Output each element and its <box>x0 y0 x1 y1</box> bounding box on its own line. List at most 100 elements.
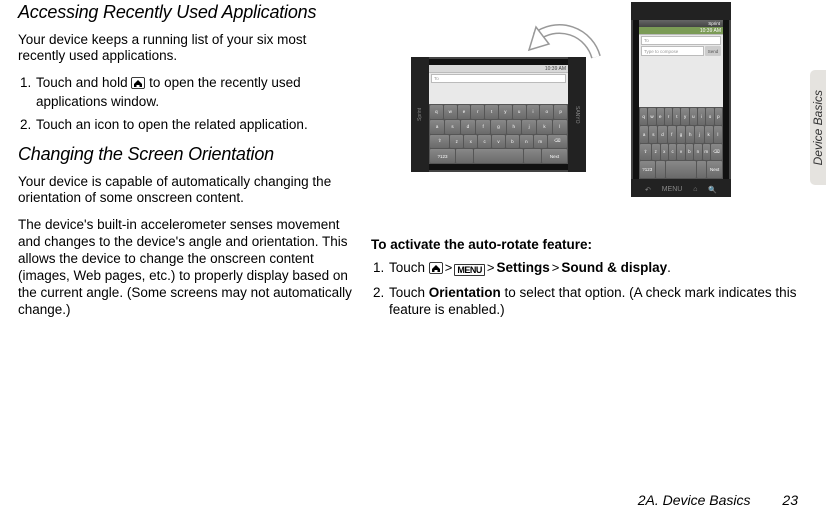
key-sym: ?123 <box>430 149 455 163</box>
status-bar: 10:39 AM <box>639 27 723 35</box>
key: e <box>657 108 664 125</box>
to-field: To <box>431 74 566 83</box>
key: m <box>703 144 710 161</box>
key-space <box>474 149 524 163</box>
step-text: Touch an icon to open the related applic… <box>36 117 308 132</box>
key: n <box>520 135 533 149</box>
phone-landscape-screen: 10:39 AM To qwertyuiop asdfghjkl ⇧zxcvbn… <box>429 65 568 164</box>
key: g <box>491 120 505 134</box>
key: a <box>640 126 648 143</box>
kb-row: qwertyuiop <box>430 105 567 119</box>
key-shift: ⇧ <box>430 135 449 149</box>
key: o <box>706 108 713 125</box>
key: d <box>461 120 475 134</box>
keyboard-portrait: qwertyuiop asdfghjkl ⇧zxcvbnm⌫ ?123Next <box>639 107 723 179</box>
key: w <box>444 105 457 119</box>
key: j <box>695 126 703 143</box>
key <box>656 161 666 178</box>
orientation-label: Orientation <box>429 285 501 300</box>
key-shift: ⇧ <box>640 144 651 161</box>
key: h <box>507 120 521 134</box>
steps-recent-apps: 1. Touch and hold to open the recently u… <box>18 75 353 134</box>
key: y <box>681 108 688 125</box>
chevron-right-icon: > <box>485 260 497 275</box>
key: r <box>665 108 672 125</box>
key: s <box>445 120 459 134</box>
key-sym: ?123 <box>640 161 655 178</box>
device-illustration: Sprint SANYO 10:39 AM To qwertyuiop asdf… <box>411 2 731 227</box>
key: u <box>690 108 697 125</box>
search-softkey-icon: 🔍 <box>708 186 717 194</box>
key: v <box>677 144 684 161</box>
step-number: 2. <box>373 285 384 302</box>
sprint-bar: Sprint <box>639 20 723 27</box>
key: w <box>648 108 655 125</box>
right-column: Sprint SANYO 10:39 AM To qwertyuiop asdf… <box>371 2 808 329</box>
key: e <box>458 105 471 119</box>
page-footer: 2A. Device Basics 23 <box>638 492 798 508</box>
chevron-right-icon: > <box>550 260 562 275</box>
phone-portrait-screen: Sprint 10:39 AM To Type to compose Send … <box>639 20 723 179</box>
key-space <box>666 161 695 178</box>
step-number: 2. <box>20 117 31 134</box>
key: g <box>677 126 685 143</box>
key-backspace: ⌫ <box>548 135 567 149</box>
kb-row: asdfghjkl <box>640 126 722 143</box>
key: a <box>430 120 444 134</box>
step-number: 1. <box>20 75 31 92</box>
back-icon: ↶ <box>645 186 651 194</box>
section-heading-orientation: Changing the Screen Orientation <box>18 144 353 166</box>
auto-rotate-subhead: To activate the auto-rotate feature: <box>371 237 808 252</box>
key: b <box>686 144 693 161</box>
status-bar: 10:39 AM <box>429 65 568 73</box>
key: b <box>506 135 519 149</box>
content-columns: Accessing Recently Used Applications You… <box>18 2 808 329</box>
key: h <box>686 126 694 143</box>
kb-row: ?123Next <box>640 161 722 178</box>
key: i <box>527 105 540 119</box>
chevron-right-icon: > <box>443 260 455 275</box>
key: r <box>471 105 484 119</box>
key <box>524 149 541 163</box>
kb-row: asdfghjkl <box>430 120 567 134</box>
menu-softkey-icon: MENU <box>662 186 683 194</box>
key: k <box>537 120 551 134</box>
key: t <box>485 105 498 119</box>
key: f <box>668 126 676 143</box>
left-column: Accessing Recently Used Applications You… <box>18 2 353 329</box>
step-text: Touch <box>389 260 429 275</box>
orientation-p2: The device's built-in accelerometer sens… <box>18 217 353 318</box>
list-item: 2. Touch Orientation to select that opti… <box>371 285 808 319</box>
kb-row: ⇧zxcvbnm⌫ <box>430 135 567 149</box>
kb-row: ⇧zxcvbnm⌫ <box>640 144 722 161</box>
key: l <box>553 120 567 134</box>
key: c <box>669 144 676 161</box>
key: m <box>534 135 547 149</box>
key: i <box>698 108 705 125</box>
key: x <box>661 144 668 161</box>
phone-brand-top <box>631 2 731 20</box>
period: . <box>667 260 671 275</box>
key: k <box>705 126 713 143</box>
key: j <box>522 120 536 134</box>
key: v <box>492 135 505 149</box>
key: z <box>450 135 463 149</box>
list-item: 1. Touch and hold to open the recently u… <box>18 75 353 111</box>
key: p <box>715 108 722 125</box>
intro-paragraph: Your device keeps a running list of your… <box>18 32 353 66</box>
phone-landscape: Sprint SANYO 10:39 AM To qwertyuiop asdf… <box>411 57 586 172</box>
phone-brand-right: SANYO <box>568 57 586 172</box>
sound-display-label: Sound & display <box>561 260 667 275</box>
list-item: 1. Touch >MENU>Settings>Sound & display. <box>371 260 808 279</box>
phone-portrait: ↶ MENU ⌂ 🔍 Sprint 10:39 AM To Type to co… <box>631 2 731 197</box>
key: q <box>640 108 647 125</box>
key <box>697 161 707 178</box>
kb-row: ?123 Next <box>430 149 567 163</box>
key: o <box>540 105 553 119</box>
key-next: Next <box>542 149 567 163</box>
key <box>456 149 473 163</box>
side-tab-label: Device Basics <box>811 90 825 165</box>
send-button: Send <box>705 46 721 56</box>
key: z <box>652 144 659 161</box>
key: d <box>658 126 666 143</box>
